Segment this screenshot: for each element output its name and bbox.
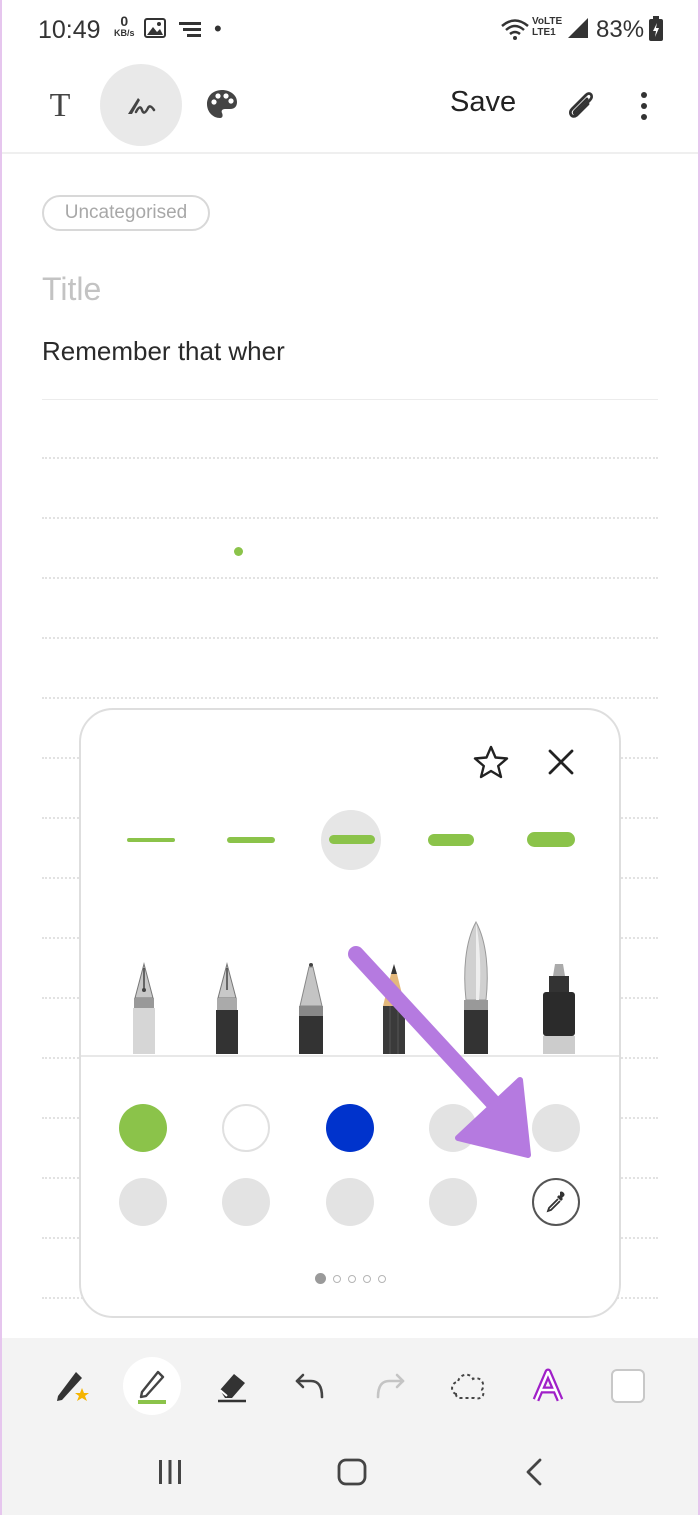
eyedropper-button[interactable] bbox=[532, 1178, 580, 1226]
body-divider bbox=[42, 399, 658, 400]
palette-page-indicator[interactable] bbox=[315, 1273, 386, 1284]
undo-icon bbox=[295, 1373, 324, 1399]
attach-button[interactable] bbox=[556, 82, 604, 130]
stroke-size-4[interactable] bbox=[428, 834, 474, 846]
back-button[interactable] bbox=[520, 1456, 548, 1488]
page-dot bbox=[315, 1273, 326, 1284]
stroke-size-3[interactable] bbox=[329, 835, 375, 844]
lasso-select-button[interactable] bbox=[444, 1362, 492, 1410]
eraser-icon bbox=[218, 1374, 246, 1403]
data-saver-icon bbox=[179, 22, 201, 37]
square-icon bbox=[611, 1369, 645, 1403]
handwriting-a-icon bbox=[532, 1368, 564, 1402]
favorite-pens-button[interactable] bbox=[48, 1362, 96, 1410]
system-nav-bar bbox=[0, 1434, 700, 1515]
net-speed: 0 KB/s bbox=[114, 13, 135, 38]
gallery-notification-icon bbox=[144, 18, 166, 38]
pencil-icon[interactable] bbox=[379, 962, 409, 1054]
pen-star-icon bbox=[57, 1372, 89, 1401]
marker-icon[interactable] bbox=[539, 962, 579, 1054]
text-mode-button[interactable]: T bbox=[36, 82, 84, 130]
handwriting-to-text-button[interactable] bbox=[524, 1362, 572, 1410]
ink-dot bbox=[234, 547, 243, 556]
favorite-button[interactable] bbox=[467, 738, 515, 786]
more-options-button[interactable] bbox=[622, 82, 666, 130]
color-empty-4[interactable] bbox=[222, 1178, 270, 1226]
save-button[interactable]: Save bbox=[450, 86, 516, 119]
palette-icon bbox=[207, 90, 237, 118]
ballpoint-pen-icon[interactable] bbox=[296, 962, 326, 1054]
stroke-size-5[interactable] bbox=[527, 832, 575, 847]
color-empty-5[interactable] bbox=[326, 1178, 374, 1226]
drawing-tools-bar bbox=[0, 1338, 700, 1434]
color-blue[interactable] bbox=[326, 1104, 374, 1152]
stroke-size-2[interactable] bbox=[227, 837, 275, 843]
status-bar: 10:49 0 KB/s • VoLTE LTE1 83% bbox=[0, 0, 700, 62]
style-palette-button[interactable] bbox=[198, 80, 246, 128]
color-green[interactable] bbox=[119, 1104, 167, 1152]
stroke-size-1[interactable] bbox=[127, 838, 175, 842]
ruled-line bbox=[42, 577, 658, 579]
battery-percent: 83% bbox=[596, 16, 645, 43]
eraser-tool-button[interactable] bbox=[208, 1362, 256, 1410]
color-empty-1[interactable] bbox=[429, 1104, 477, 1152]
color-white[interactable] bbox=[222, 1104, 270, 1152]
fountain-pen-2-icon[interactable] bbox=[212, 962, 242, 1054]
page-dot bbox=[378, 1274, 386, 1283]
more-vertical-icon bbox=[641, 92, 647, 120]
pen-tool-button[interactable] bbox=[128, 1362, 176, 1410]
star-icon bbox=[473, 745, 509, 779]
calligraphy-brush-icon[interactable] bbox=[459, 920, 493, 1054]
note-body-text[interactable]: Remember that wher bbox=[42, 336, 285, 367]
pen-settings-panel bbox=[79, 708, 621, 1318]
ruled-line bbox=[42, 457, 658, 459]
pen-icon bbox=[138, 1370, 166, 1404]
network-label: VoLTE LTE1 bbox=[532, 16, 563, 38]
ruled-line bbox=[42, 637, 658, 639]
page-dot bbox=[333, 1274, 341, 1283]
status-dot: • bbox=[214, 16, 222, 41]
status-time: 10:49 bbox=[38, 16, 101, 44]
title-field[interactable]: Title bbox=[42, 271, 101, 308]
text-icon: T bbox=[49, 87, 71, 124]
page-dot bbox=[363, 1274, 371, 1283]
paperclip-icon bbox=[568, 92, 594, 118]
note-toolbar: T Save bbox=[0, 62, 700, 154]
battery-icon bbox=[649, 16, 663, 41]
home-button[interactable] bbox=[336, 1456, 368, 1488]
handwriting-icon bbox=[128, 98, 156, 114]
redo-icon bbox=[376, 1373, 405, 1399]
color-empty-6[interactable] bbox=[429, 1178, 477, 1226]
recent-apps-button[interactable] bbox=[156, 1456, 184, 1488]
color-empty-3[interactable] bbox=[119, 1178, 167, 1226]
close-panel-button[interactable] bbox=[537, 738, 585, 786]
panel-divider bbox=[81, 1055, 619, 1057]
ruled-line bbox=[42, 517, 658, 519]
fountain-pen-1-icon[interactable] bbox=[129, 962, 159, 1054]
lasso-icon bbox=[451, 1373, 485, 1400]
background-button[interactable] bbox=[604, 1362, 652, 1410]
wifi-icon bbox=[501, 19, 529, 40]
eyedropper-icon bbox=[546, 1191, 565, 1213]
handwriting-mode-button[interactable] bbox=[100, 64, 182, 146]
undo-button[interactable] bbox=[286, 1362, 334, 1410]
signal-icon bbox=[568, 18, 588, 38]
category-chip[interactable]: Uncategorised bbox=[42, 195, 210, 231]
redo-button[interactable] bbox=[366, 1362, 414, 1410]
page-dot bbox=[348, 1274, 356, 1283]
color-empty-2[interactable] bbox=[532, 1104, 580, 1152]
close-icon bbox=[548, 749, 574, 775]
ruled-line bbox=[42, 697, 658, 699]
